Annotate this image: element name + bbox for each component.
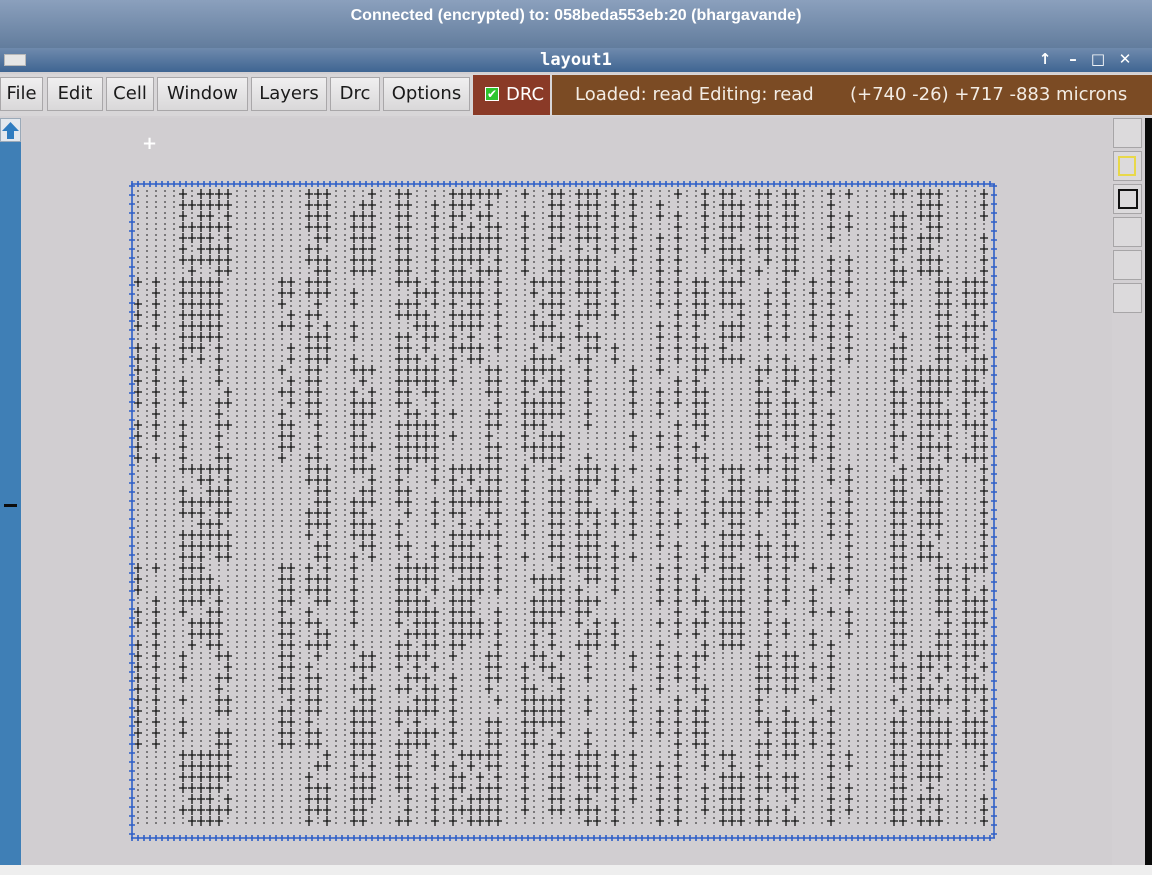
vnc-banner-text: Connected (encrypted) to: 058beda553eb:2… <box>350 7 802 24</box>
menu-options[interactable]: Options <box>383 77 470 111</box>
palette-button[interactable] <box>1113 151 1142 181</box>
minimize-icon[interactable]: – <box>1062 48 1084 70</box>
menu-file[interactable]: File <box>0 77 43 111</box>
palette-button[interactable] <box>1113 283 1142 313</box>
vertical-scrollbar[interactable] <box>0 118 21 865</box>
menu-window[interactable]: Window <box>157 77 248 111</box>
bottom-strip <box>0 865 1152 875</box>
close-icon[interactable]: ✕ <box>1114 48 1136 70</box>
scroll-thumb[interactable] <box>4 504 17 507</box>
palette-button[interactable] <box>1113 184 1142 214</box>
pin-icon[interactable]: ↑ <box>1034 48 1056 70</box>
adjacent-window-edge <box>1145 118 1152 865</box>
palette-button[interactable] <box>1113 217 1142 247</box>
palette-button[interactable] <box>1113 250 1142 280</box>
maximize-icon[interactable]: □ <box>1087 48 1109 70</box>
layout-canvas[interactable]: + <box>22 118 1112 866</box>
palette-button[interactable] <box>1113 118 1142 148</box>
crosshair-cursor-icon: + <box>142 133 158 154</box>
box-black-icon <box>1118 189 1138 209</box>
cell-glyphs <box>134 189 988 826</box>
checkbox-checked-icon[interactable]: ✔ <box>485 87 499 101</box>
scroll-up-button[interactable] <box>0 118 21 142</box>
cell-layout-view[interactable] <box>128 180 998 844</box>
menu-bar: File Edit Cell Window Layers Drc Options… <box>0 74 1152 116</box>
cursor-coordinates: (+740 -26) +717 -883 microns <box>850 84 1128 105</box>
status-message: Loaded: read Editing: read <box>575 84 814 105</box>
vnc-connection-banner: Connected (encrypted) to: 058beda553eb:2… <box>0 0 1152 54</box>
arrow-up-icon <box>2 122 19 139</box>
window-title: layout1 <box>540 50 612 70</box>
status-area: Loaded: read Editing: read (+740 -26) +7… <box>552 75 1152 115</box>
box-yellow-icon <box>1118 156 1136 176</box>
menu-edit[interactable]: Edit <box>47 77 103 111</box>
drc-toggle[interactable]: ✔ DRC <box>473 75 550 115</box>
window-titlebar[interactable]: layout1 ↑ – □ ✕ <box>0 48 1152 72</box>
menu-cell[interactable]: Cell <box>106 77 154 111</box>
drc-toggle-label: DRC <box>506 84 545 105</box>
menu-layers[interactable]: Layers <box>251 77 327 111</box>
tool-palette <box>1112 118 1144 866</box>
menu-drc[interactable]: Drc <box>330 77 380 111</box>
